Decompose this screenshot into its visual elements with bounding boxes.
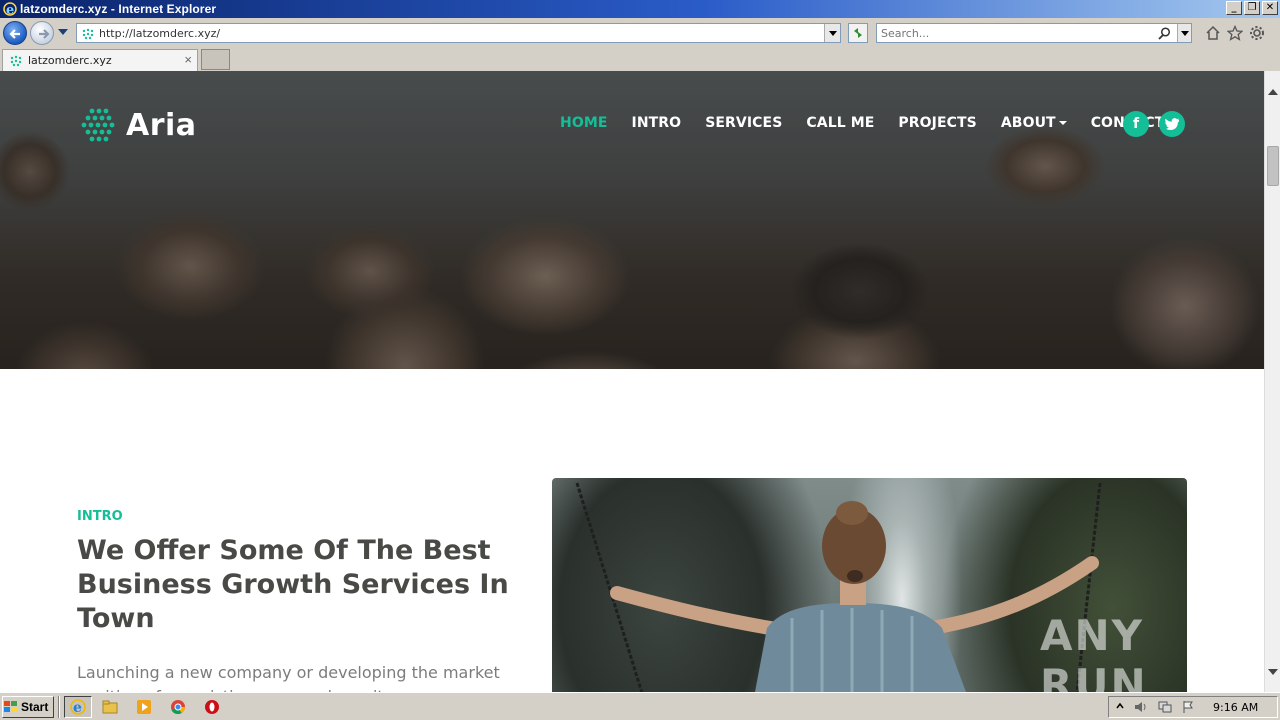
taskbar-internet-explorer[interactable]: e bbox=[64, 696, 92, 718]
internet-explorer-icon: e bbox=[70, 699, 86, 716]
address-dropdown-button[interactable] bbox=[824, 24, 840, 42]
arrow-right-icon bbox=[39, 29, 50, 39]
twitter-icon[interactable] bbox=[1159, 111, 1185, 137]
minimize-button[interactable]: _ bbox=[1226, 1, 1242, 15]
gear-icon[interactable] bbox=[1249, 25, 1265, 41]
search-icon[interactable] bbox=[1158, 27, 1171, 40]
file-explorer-icon[interactable] bbox=[102, 699, 118, 715]
intro-heading: We Offer Some Of The Best Business Growt… bbox=[77, 535, 509, 634]
scroll-thumb[interactable] bbox=[1267, 146, 1279, 186]
site-logo[interactable]: Aria bbox=[80, 107, 197, 143]
nav-about-label: ABOUT bbox=[1000, 115, 1056, 131]
arrow-left-icon bbox=[9, 29, 20, 39]
scroll-down-arrow-icon[interactable] bbox=[1268, 669, 1278, 675]
browser-navbar: http://latzomderc.xyz/ bbox=[0, 18, 1280, 48]
show-hidden-icons-icon[interactable] bbox=[1115, 700, 1125, 714]
action-center-flag-icon[interactable] bbox=[1181, 700, 1195, 714]
media-player-icon[interactable] bbox=[136, 699, 152, 715]
refresh-button[interactable] bbox=[848, 23, 868, 43]
favorites-star-icon[interactable] bbox=[1227, 25, 1243, 41]
taskbar-divider bbox=[58, 696, 60, 718]
site-brand: Aria bbox=[126, 107, 197, 143]
chrome-icon[interactable] bbox=[170, 699, 186, 715]
vertical-scrollbar[interactable] bbox=[1264, 71, 1280, 692]
nav-projects[interactable]: PROJECTS bbox=[898, 115, 976, 131]
start-label: Start bbox=[21, 700, 49, 714]
home-icon[interactable] bbox=[1205, 25, 1221, 41]
nav-home[interactable]: HOME bbox=[560, 115, 608, 131]
windows-taskbar: Start e 9:16 AM bbox=[0, 692, 1280, 720]
nav-about-dropdown[interactable]: ABOUT bbox=[1001, 115, 1067, 131]
search-box[interactable] bbox=[876, 23, 1192, 43]
start-button[interactable]: Start bbox=[2, 696, 54, 718]
speaker-icon[interactable] bbox=[1133, 700, 1149, 714]
refresh-icon bbox=[854, 28, 862, 38]
site-favicon-icon bbox=[82, 28, 94, 40]
search-input[interactable] bbox=[877, 24, 1147, 42]
windows-flag-icon bbox=[4, 701, 17, 712]
social-links: f bbox=[1123, 111, 1185, 137]
system-clock[interactable]: 9:16 AM bbox=[1213, 701, 1258, 714]
opera-icon[interactable] bbox=[204, 699, 220, 715]
network-icon[interactable] bbox=[1157, 700, 1173, 714]
recent-pages-dropdown[interactable] bbox=[58, 29, 68, 35]
intro-section-label: INTRO bbox=[77, 509, 123, 524]
nav-intro[interactable]: INTRO bbox=[632, 115, 682, 131]
close-window-button[interactable]: ✕ bbox=[1262, 1, 1278, 15]
forward-button[interactable] bbox=[30, 21, 54, 45]
scroll-up-arrow-icon[interactable] bbox=[1268, 89, 1278, 95]
facebook-icon[interactable]: f bbox=[1123, 111, 1149, 137]
back-button[interactable] bbox=[3, 21, 27, 45]
new-tab-button[interactable] bbox=[201, 49, 230, 70]
window-title: latzomderc.xyz - Internet Explorer bbox=[20, 2, 217, 16]
site-favicon-icon bbox=[10, 55, 22, 67]
page-viewport: Aria HOME INTRO SERVICES CALL ME PROJECT… bbox=[0, 71, 1264, 692]
address-url[interactable]: http://latzomderc.xyz/ bbox=[99, 27, 220, 40]
svg-text:e: e bbox=[73, 700, 82, 716]
tab-latzomderc[interactable]: latzomderc.xyz × bbox=[2, 49, 198, 71]
intro-body-text: Launching a new company or developing th… bbox=[77, 663, 500, 692]
logo-dots-icon bbox=[81, 108, 115, 142]
tab-strip: latzomderc.xyz × bbox=[0, 48, 1280, 71]
window-titlebar: e latzomderc.xyz - Internet Explorer _ ❐… bbox=[0, 0, 1280, 18]
caret-down-icon bbox=[1058, 121, 1067, 125]
twitter-bird-icon bbox=[1165, 118, 1179, 130]
address-bar[interactable]: http://latzomderc.xyz/ bbox=[76, 23, 841, 43]
search-provider-dropdown[interactable] bbox=[1177, 24, 1191, 42]
nav-call-me[interactable]: CALL ME bbox=[806, 115, 874, 131]
close-tab-icon[interactable]: × bbox=[184, 52, 192, 67]
nav-services[interactable]: SERVICES bbox=[705, 115, 782, 131]
anyrun-watermark: ANY RUN bbox=[1040, 611, 1148, 692]
svg-text:e: e bbox=[6, 3, 14, 17]
site-navigation: HOME INTRO SERVICES CALL ME PROJECTS ABO… bbox=[560, 115, 1188, 131]
internet-explorer-icon: e bbox=[3, 2, 17, 17]
system-tray: 9:16 AM bbox=[1108, 696, 1278, 718]
tab-label: latzomderc.xyz bbox=[28, 54, 112, 67]
restore-button[interactable]: ❐ bbox=[1244, 1, 1260, 15]
